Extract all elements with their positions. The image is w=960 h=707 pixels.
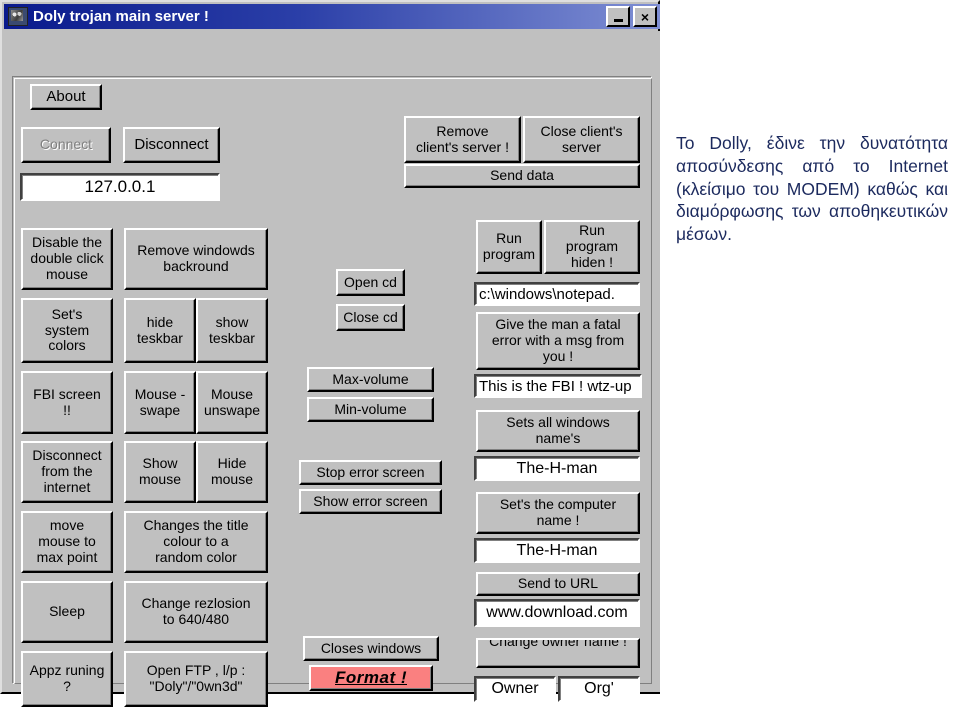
close-client-server-button[interactable]: Close client's server [523,116,640,163]
remove-windows-background-button[interactable]: Remove windowds backround [124,228,268,290]
application-window: Doly trojan main server ! × About Connec… [0,0,660,707]
window-title: Doly trojan main server ! [33,8,209,25]
trojan-horse-icon [8,7,28,26]
run-path-input[interactable]: c:\windows\notepad. [474,282,640,306]
run-program-hidden-button[interactable]: Run program hiden ! [544,220,640,274]
close-button[interactable]: × [633,6,657,27]
max-volume-button[interactable]: Max-volume [307,367,434,392]
show-mouse-button[interactable]: Show mouse [124,441,196,503]
set-computer-name-button[interactable]: Set's the computer name ! [476,492,640,534]
hide-taskbar-button[interactable]: hide teskbar [124,298,196,363]
sets-all-windows-names-button[interactable]: Sets all windows name's [476,410,640,452]
show-taskbar-button[interactable]: show teskbar [196,298,268,363]
show-error-screen-button[interactable]: Show error screen [299,489,442,514]
url-input[interactable]: www.download.com [474,599,640,627]
minimize-icon [613,18,623,22]
windows-name-input[interactable]: The-H-man [474,456,640,481]
send-data-button[interactable]: Send data [404,164,640,188]
run-program-button[interactable]: Run program [476,220,542,274]
mouse-swap-button[interactable]: Mouse - swape [124,371,196,434]
open-ftp-button[interactable]: Open FTP , l/p : "Doly"/"0wn3d" [124,651,268,707]
disconnect-button[interactable]: Disconnect [123,127,220,163]
computer-name-input[interactable]: The-H-man [474,538,640,563]
disconnect-internet-button[interactable]: Disconnect from the internet [21,441,113,503]
stop-error-screen-button[interactable]: Stop error screen [299,460,442,485]
sleep-button[interactable]: Sleep [21,581,113,643]
change-owner-name-button[interactable]: Change owner name ! [476,638,640,668]
min-volume-button[interactable]: Min-volume [307,397,434,422]
connect-button[interactable]: Connect [21,127,111,163]
change-resolution-button[interactable]: Change rezlosion to 640/480 [124,581,268,643]
send-to-url-button[interactable]: Send to URL [476,572,640,596]
owner-input[interactable]: Owner [474,676,556,702]
close-icon: × [640,8,650,25]
greek-description-text: Το Dolly, έδινε την δυνατότητα αποσύνδεσ… [676,133,948,244]
title-bar[interactable]: Doly trojan main server ! × [4,4,660,29]
mouse-unswap-button[interactable]: Mouse unswape [196,371,268,434]
fbi-screen-button[interactable]: FBI screen !! [21,371,113,434]
minimize-button[interactable] [606,6,630,27]
closes-windows-button[interactable]: Closes windows [303,636,439,661]
org-input[interactable]: Org' [558,676,640,702]
client-area: About Connect Disconnect 127.0.0.1 Remov… [4,31,660,707]
change-title-color-button[interactable]: Changes the title colour to a random col… [124,511,268,573]
set-system-colors-button[interactable]: Set's system colors [21,298,113,363]
hide-mouse-button[interactable]: Hide mouse [196,441,268,503]
fatal-error-button[interactable]: Give the man a fatal error with a msg fr… [476,312,640,370]
change-owner-name-label: Change owner name ! [489,638,627,649]
close-cd-button[interactable]: Close cd [336,304,405,331]
appz-running-button[interactable]: Appz runing ? [21,651,113,707]
move-mouse-max-button[interactable]: move mouse to max point [21,511,113,573]
format-button[interactable]: Format ! [309,665,433,691]
fatal-error-message-input[interactable]: This is the FBI ! wtz-up [474,374,642,398]
host-input[interactable]: 127.0.0.1 [20,173,220,201]
disable-double-click-button[interactable]: Disable the double click mouse [21,228,113,290]
about-button[interactable]: About [30,84,102,110]
open-cd-button[interactable]: Open cd [336,269,405,296]
remove-client-server-button[interactable]: Remove client's server ! [404,116,521,163]
